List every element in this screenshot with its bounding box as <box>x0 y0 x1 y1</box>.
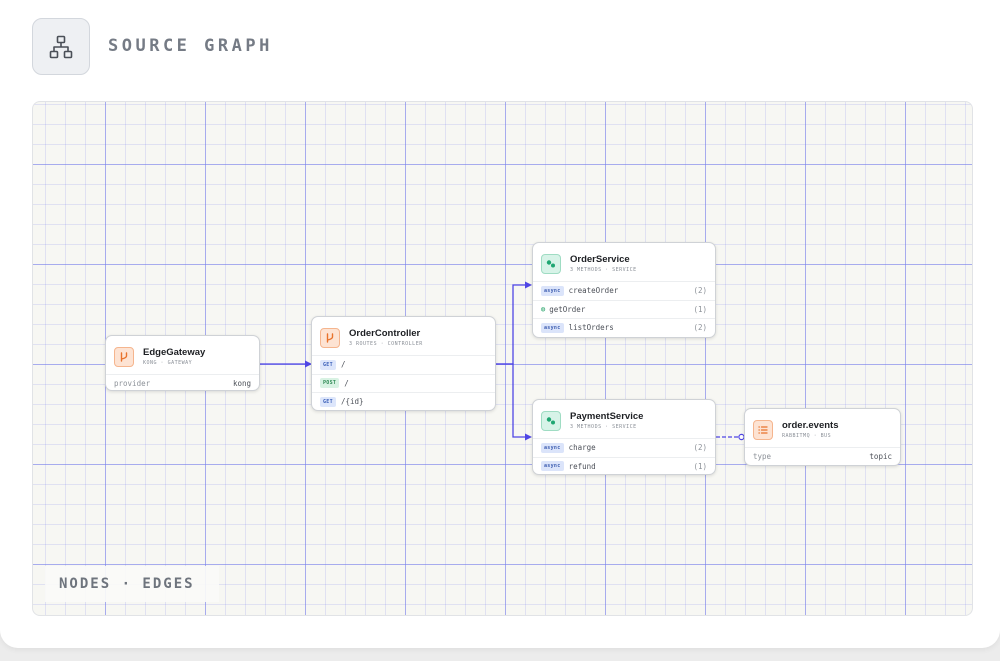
route-path: /{id} <box>340 397 364 407</box>
edge-controller-to-paymentservice <box>496 363 525 438</box>
node-subtitle: 3 ROUTES · CONTROLLER <box>349 340 423 347</box>
branch-icon <box>320 328 340 348</box>
node-property-key: provider <box>114 379 151 389</box>
method-name: listOrders <box>568 323 614 333</box>
list-icon <box>753 420 773 440</box>
method-row[interactable]: async charge (2) <box>533 438 715 457</box>
sync-method-icon: ◍ <box>541 305 546 314</box>
node-property-key: type <box>753 452 772 462</box>
node-title: EdgeGateway <box>143 347 206 359</box>
http-method-badge: GET <box>320 396 336 407</box>
branch-icon <box>114 347 134 367</box>
node-subtitle: 3 METHODS · SERVICE <box>570 423 637 430</box>
node-title: order.events <box>782 420 839 432</box>
node-property-value: kong <box>232 379 251 389</box>
route-row[interactable]: GET /{id} <box>312 392 495 411</box>
node-edge-gateway[interactable]: EdgeGateway KONG · GATEWAY provider kong <box>105 335 260 391</box>
hierarchy-icon[interactable] <box>32 18 90 75</box>
method-arg-count: (2) <box>693 443 707 453</box>
method-arg-count: (2) <box>693 323 707 333</box>
http-method-badge: GET <box>320 359 336 370</box>
node-property-value: topic <box>869 452 892 462</box>
http-method-badge: POST <box>320 378 340 389</box>
method-arg-count: (2) <box>693 286 707 296</box>
gears-icon <box>541 254 561 274</box>
async-badge: async <box>541 285 564 296</box>
route-path: / <box>340 360 346 370</box>
node-subtitle: KONG · GATEWAY <box>143 359 193 366</box>
graph-canvas[interactable]: EdgeGateway KONG · GATEWAY provider kong… <box>32 101 973 616</box>
route-row[interactable]: GET / <box>312 355 495 374</box>
method-arg-count: (1) <box>693 304 707 314</box>
edge-controller-to-orderservice <box>496 284 525 365</box>
node-payment-service[interactable]: PaymentService 3 METHODS · SERVICE async… <box>532 399 716 475</box>
arrow-head-paymentservice <box>525 433 532 441</box>
node-order-controller[interactable]: OrderController 3 ROUTES · CONTROLLER GE… <box>311 316 496 411</box>
method-name: getOrder <box>549 304 586 314</box>
node-order-service[interactable]: OrderService 3 METHODS · SERVICE async c… <box>532 242 716 338</box>
node-subtitle: 3 METHODS · SERVICE <box>570 266 637 273</box>
method-name: refund <box>568 461 596 471</box>
route-row[interactable]: POST / <box>312 373 495 393</box>
page-title: SOURCE GRAPH <box>108 36 273 56</box>
method-row[interactable]: ◍ getOrder (1) <box>533 299 715 319</box>
method-name: createOrder <box>568 286 619 296</box>
graph-legend: NODES · EDGES <box>45 566 219 602</box>
node-title: PaymentService <box>570 411 644 423</box>
route-path: / <box>344 378 349 388</box>
gears-icon <box>541 411 561 431</box>
node-title: OrderController <box>349 328 421 340</box>
method-row[interactable]: async refund (1) <box>533 456 715 476</box>
method-name: charge <box>568 443 596 453</box>
async-badge: async <box>541 442 564 453</box>
async-badge: async <box>541 461 564 472</box>
method-row[interactable]: async createOrder (2) <box>533 281 715 300</box>
method-arg-count: (1) <box>693 461 707 471</box>
node-order-events[interactable]: order.events RABBITMQ · BUS type topic <box>744 408 901 466</box>
method-row[interactable]: async listOrders (2) <box>533 318 715 337</box>
node-title: OrderService <box>570 254 630 266</box>
async-badge: async <box>541 322 564 333</box>
source-graph-panel: SOURCE GRAPH EdgeGateway KONG · GATEWAY … <box>0 0 1000 648</box>
node-subtitle: RABBITMQ · BUS <box>782 432 832 439</box>
arrow-head-orderservice <box>525 281 532 289</box>
